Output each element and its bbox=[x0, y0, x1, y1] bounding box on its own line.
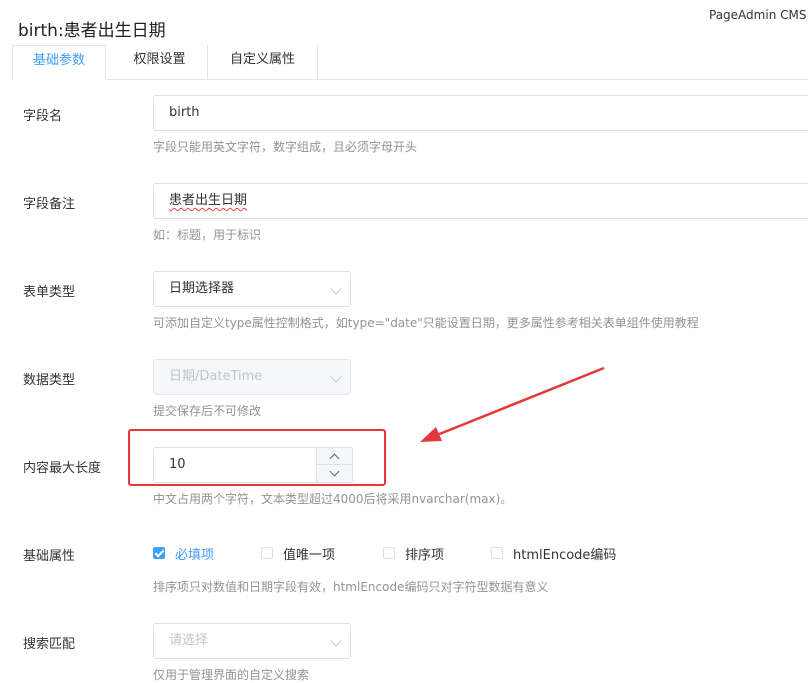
field-name-hint: 字段只能用英文字符，数字组成，且必须字母开头 bbox=[153, 140, 418, 154]
checkbox-unique[interactable]: 值唯一项 bbox=[261, 545, 336, 563]
tab-permissions[interactable]: 权限设置 bbox=[112, 45, 208, 79]
field-name-value: birth bbox=[169, 105, 200, 120]
checkbox-required-label: 必填项 bbox=[175, 547, 215, 563]
search-match-hint: 仅用于管理界面的自定义搜索 bbox=[153, 668, 310, 682]
tab-custom-attrs-label: 自定义属性 bbox=[229, 52, 295, 67]
field-note-label: 字段备注 bbox=[23, 197, 76, 212]
search-match-label: 搜索匹配 bbox=[23, 637, 76, 652]
base-attrs-hint: 排序项只对数值和日期字段有效，htmlEncode编码只对字符型数据有意义 bbox=[153, 580, 549, 594]
search-match-select[interactable]: 请选择 bbox=[153, 623, 351, 659]
annotation-arrow-icon bbox=[420, 366, 605, 442]
tab-bar: 基础参数 权限设置 自定义属性 bbox=[12, 45, 808, 80]
field-name-input[interactable]: birth bbox=[153, 95, 808, 131]
field-note-value: 患者出生日期 bbox=[169, 193, 248, 208]
data-type-select: 日期/DateTime bbox=[153, 359, 351, 395]
data-type-label: 数据类型 bbox=[23, 373, 76, 388]
tab-permissions-label: 权限设置 bbox=[133, 52, 186, 67]
tab-custom-attrs[interactable]: 自定义属性 bbox=[208, 45, 318, 79]
page-title: birth:患者出生日期 bbox=[18, 21, 166, 41]
form-type-hint: 可添加自定义type属性控制格式，如type="date"只能设置日期，更多属性… bbox=[153, 316, 699, 330]
tab-basic-params-label: 基础参数 bbox=[32, 53, 85, 68]
checkbox-htmlencode[interactable]: htmlEncode编码 bbox=[491, 545, 617, 563]
highlight-box bbox=[128, 429, 386, 486]
data-type-hint: 提交保存后不可修改 bbox=[153, 404, 262, 418]
data-type-value: 日期/DateTime bbox=[169, 369, 263, 384]
checkbox-icon bbox=[153, 547, 165, 559]
checkbox-icon bbox=[383, 547, 395, 559]
form-type-label: 表单类型 bbox=[23, 285, 76, 300]
tab-basic-params[interactable]: 基础参数 bbox=[12, 45, 106, 80]
checkbox-required[interactable]: 必填项 bbox=[153, 545, 215, 563]
checkbox-icon bbox=[491, 547, 503, 559]
checkbox-htmlencode-label: htmlEncode编码 bbox=[513, 547, 617, 563]
field-name-label: 字段名 bbox=[23, 109, 63, 124]
max-length-hint: 中文占用两个字符，文本类型超过4000后将采用nvarchar(max)。 bbox=[153, 492, 513, 506]
checkbox-sortable[interactable]: 排序项 bbox=[383, 545, 445, 563]
max-length-label: 内容最大长度 bbox=[23, 461, 102, 476]
checkbox-unique-label: 值唯一项 bbox=[283, 547, 336, 563]
checkbox-sortable-label: 排序项 bbox=[405, 547, 445, 563]
brand-label: PageAdmin CMS bbox=[709, 8, 807, 22]
chevron-down-icon bbox=[330, 371, 342, 383]
field-note-input[interactable]: 患者出生日期 bbox=[153, 183, 808, 219]
field-note-hint: 如：标题，用于标识 bbox=[153, 228, 262, 242]
form-type-select[interactable]: 日期选择器 bbox=[153, 271, 351, 307]
chevron-down-icon bbox=[330, 283, 342, 295]
chevron-down-icon bbox=[330, 635, 342, 647]
search-match-placeholder: 请选择 bbox=[169, 633, 209, 648]
checkbox-icon bbox=[261, 547, 273, 559]
base-attrs-label: 基础属性 bbox=[23, 549, 76, 564]
form-type-value: 日期选择器 bbox=[169, 281, 235, 296]
